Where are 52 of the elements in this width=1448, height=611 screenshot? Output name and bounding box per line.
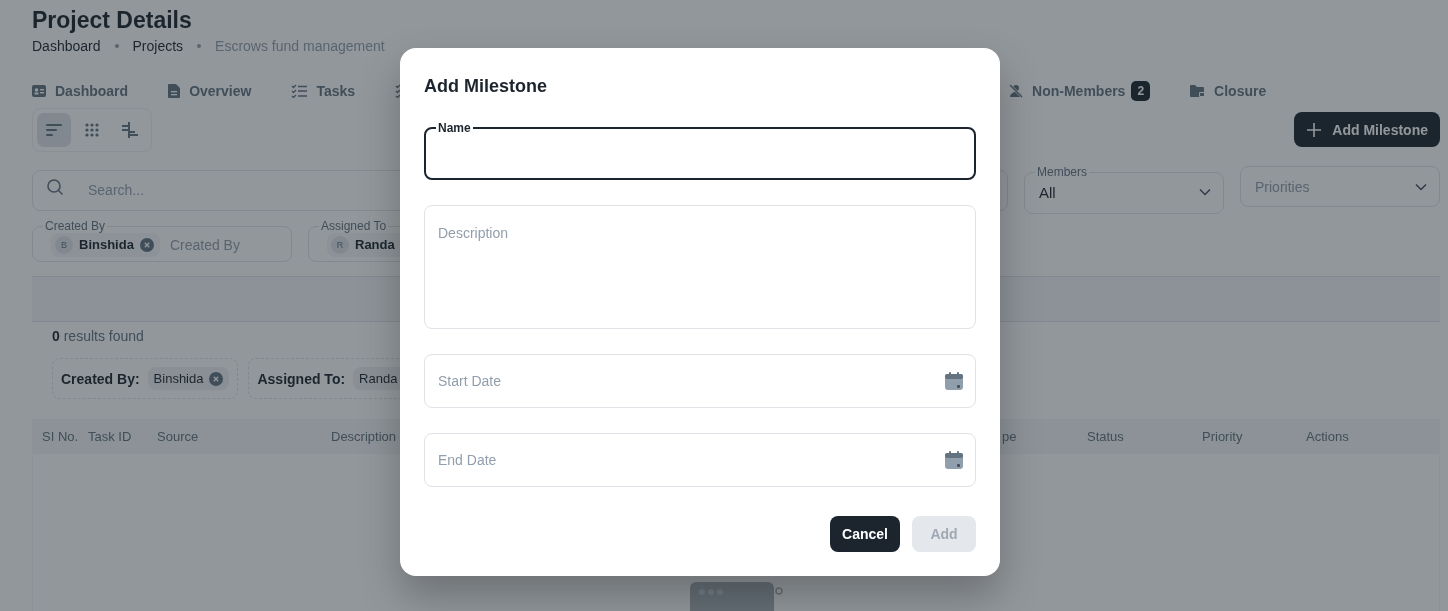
date-field[interactable]: End Date: [424, 433, 976, 487]
avatar-initial: B: [55, 235, 73, 254]
breadcrumb-item[interactable]: Projects: [132, 38, 184, 54]
filter-label: Assigned To:: [257, 370, 346, 387]
column-header: Actions: [1306, 429, 1350, 444]
calendar-icon[interactable]: [944, 371, 964, 391]
tab[interactable]: Overview: [168, 83, 252, 99]
search-icon: [46, 178, 64, 196]
column-header: pe: [1002, 429, 1018, 444]
breadcrumb-item[interactable]: Dashboard: [32, 38, 101, 54]
calendar-icon[interactable]: [944, 450, 964, 470]
filter-label: Created By:: [61, 370, 140, 387]
person-off-icon: [1009, 84, 1024, 98]
dialog-title: Add Milestone: [424, 75, 548, 98]
filter-chip: Binshida: [147, 367, 230, 390]
column-header: Status: [1087, 429, 1125, 444]
remove-icon[interactable]: [209, 371, 224, 386]
column-header: SI No.: [42, 429, 80, 444]
text-input[interactable]: Created By: [169, 236, 270, 253]
grid-icon: [85, 123, 99, 137]
tab[interactable]: Closure: [1190, 83, 1267, 99]
plus-icon: [1306, 121, 1323, 138]
column-header: Description: [331, 429, 398, 444]
name-input[interactable]: Name: [424, 121, 976, 180]
dashboard-icon: [32, 85, 46, 97]
checklist-icon: [291, 84, 308, 98]
chevron-down-icon: [1199, 188, 1211, 196]
document-icon: [168, 84, 181, 98]
remove-icon[interactable]: [139, 237, 154, 252]
tab[interactable]: Tasks: [291, 83, 356, 99]
members-select[interactable]: Members All: [1024, 166, 1224, 214]
view-toggle[interactable]: [37, 113, 71, 147]
tab[interactable]: Dashboard: [32, 83, 129, 99]
tree-icon: [122, 122, 138, 138]
chevron-down-icon: [1415, 182, 1427, 191]
column-header: Source: [157, 429, 200, 444]
results-count: 0 results found: [51, 327, 145, 344]
dialog-button[interactable]: Cancel: [830, 516, 900, 552]
date-field[interactable]: Start Date: [424, 354, 976, 408]
tab[interactable]: Non-Members 2: [1009, 81, 1151, 101]
folder-lock-icon: [1190, 84, 1206, 98]
page-title: Project Details: [32, 6, 193, 34]
breadcrumb-item: Escrows fund management: [215, 38, 385, 54]
chip-label: Randa: [355, 237, 395, 252]
chip-label: Binshida: [79, 237, 134, 252]
description-field[interactable]: Description: [424, 205, 976, 329]
add-milestone-button[interactable]: Add Milestone: [1294, 112, 1440, 147]
count-badge: 2: [1131, 81, 1151, 101]
list-icon: [46, 124, 62, 136]
column-header: Priority: [1202, 429, 1244, 444]
created-by-field[interactable]: Created By B Binshida Created By: [32, 220, 292, 262]
column-header: Task ID: [88, 429, 133, 444]
